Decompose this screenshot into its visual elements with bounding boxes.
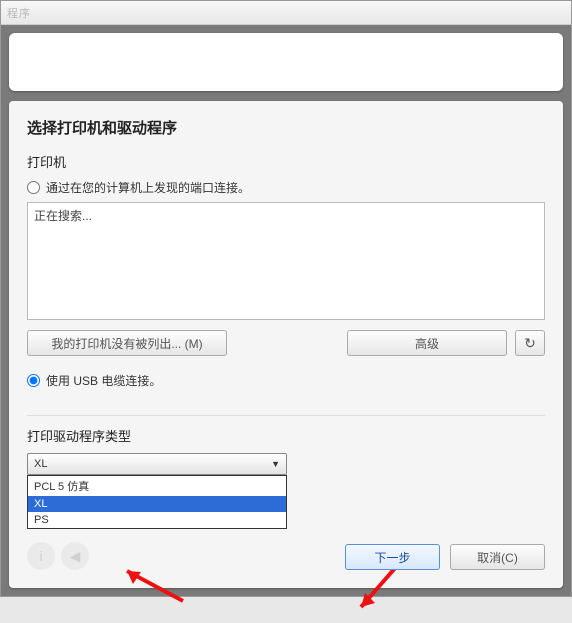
radio-usb[interactable] xyxy=(27,374,40,387)
driver-type-dropdown-wrap: XL ▼ PCL 5 仿真 XL PS xyxy=(27,453,545,475)
back-icon: ◀ xyxy=(61,542,89,570)
next-label: 下一步 xyxy=(374,549,410,566)
refresh-button[interactable]: ↻ xyxy=(515,330,545,356)
printer-listbox[interactable]: 正在搜索... xyxy=(27,202,545,320)
footer-left-icons: i ◀ xyxy=(27,542,89,570)
dropdown-option[interactable]: XL xyxy=(28,496,286,512)
not-listed-label: 我的打印机没有被列出... (M) xyxy=(51,335,202,352)
driver-type-dropdown-list: PCL 5 仿真 XL PS xyxy=(27,475,287,529)
printer-label: 打印机 xyxy=(27,152,545,171)
dropdown-selected: XL xyxy=(34,458,47,470)
main-panel: 选择打印机和驱动程序 打印机 通过在您的计算机上发现的端口连接。 正在搜索...… xyxy=(9,101,563,588)
refresh-icon: ↻ xyxy=(524,335,536,352)
not-listed-button[interactable]: 我的打印机没有被列出... (M) xyxy=(27,330,227,356)
searching-text: 正在搜索... xyxy=(34,209,92,223)
advanced-label: 高级 xyxy=(415,335,439,352)
driver-type-label: 打印驱动程序类型 xyxy=(27,426,545,445)
driver-section: 打印驱动程序类型 XL ▼ PCL 5 仿真 XL PS xyxy=(27,415,545,475)
next-button[interactable]: 下一步 xyxy=(345,544,440,570)
titlebar: 程序 xyxy=(1,1,571,25)
window-title: 程序 xyxy=(7,5,565,21)
dropdown-option[interactable]: PS xyxy=(28,512,286,528)
header-banner xyxy=(9,33,563,91)
radio-network[interactable] xyxy=(27,181,40,194)
installer-window: 程序 选择打印机和驱动程序 打印机 通过在您的计算机上发现的端口连接。 正在搜索… xyxy=(0,0,572,597)
section-title: 选择打印机和驱动程序 xyxy=(27,117,545,138)
radio-network-row[interactable]: 通过在您的计算机上发现的端口连接。 xyxy=(27,179,545,196)
driver-type-dropdown[interactable]: XL ▼ xyxy=(27,453,287,475)
radio-network-label: 通过在您的计算机上发现的端口连接。 xyxy=(46,179,250,196)
radio-usb-label: 使用 USB 电缆连接。 xyxy=(46,372,161,389)
cancel-button[interactable]: 取消(C) xyxy=(450,544,545,570)
advanced-button[interactable]: 高级 xyxy=(347,330,507,356)
radio-usb-row[interactable]: 使用 USB 电缆连接。 xyxy=(27,372,545,389)
list-buttons-row: 我的打印机没有被列出... (M) 高级 ↻ xyxy=(27,330,545,356)
chevron-down-icon: ▼ xyxy=(271,459,280,469)
cancel-label: 取消(C) xyxy=(477,549,518,566)
footer-row: i ◀ 下一步 取消(C) xyxy=(27,544,545,570)
info-icon: i xyxy=(27,542,55,570)
dropdown-option[interactable]: PCL 5 仿真 xyxy=(28,476,286,496)
window-body: 选择打印机和驱动程序 打印机 通过在您的计算机上发现的端口连接。 正在搜索...… xyxy=(1,25,571,596)
